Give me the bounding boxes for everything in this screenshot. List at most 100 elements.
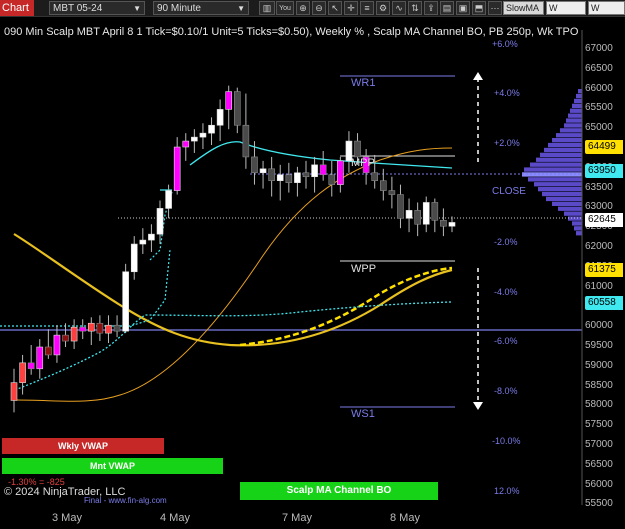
price-tag-yellow-upper: 64499 [585,140,623,154]
price-axis-label: 65500 [585,102,613,114]
chart-trader-icon[interactable]: ⇅ [408,1,422,15]
price-axis-label: 56500 [585,458,613,470]
indicator-toggle-wvwap[interactable]: W VWAP [546,1,586,26]
profile-bar [558,206,582,211]
chart-title: 090 Min Scalp MBT April 8 1 Tick=$0.10/1… [4,26,579,38]
pct-label: +4.0% [494,88,520,98]
x-axis-label: 4 May [160,512,190,524]
profile-bar [534,182,582,187]
indicator-toggle-slowma[interactable]: SlowMA [503,1,544,15]
interval-selector[interactable]: 90 Minute ▼ [153,1,249,15]
templates-icon[interactable]: ▤ [440,1,454,15]
profile-bar [564,123,582,128]
price-axis-label: 56000 [585,478,613,490]
profile-bar [574,98,582,104]
x-axis-label: 7 May [282,512,312,524]
crosshair-icon[interactable]: ✛ [344,1,358,15]
profile-bar [568,113,582,118]
profile-bar [544,147,582,153]
indicator-toggle-weekly[interactable]: W WEEKLY [588,1,625,26]
share-icon[interactable]: ⇪ [424,1,438,15]
profile-bar [576,231,582,236]
mnt-vwap-banner: Mnt VWAP [2,458,223,474]
drawing-tools-label: You [279,5,291,12]
profile-bar [576,93,582,99]
instrument-value: MBT 05-24 [53,3,103,14]
price-axis-label: 67000 [585,43,613,54]
pct-label: +2.0% [494,138,520,148]
profile-bar [548,142,582,148]
chevron-down-icon: ▼ [133,4,141,13]
profile-bar [538,187,582,192]
profile-bar [542,191,582,197]
price-axis-label: 55500 [585,498,613,510]
profile-bar [556,133,582,138]
profile-bar [560,128,582,133]
profile-bar [572,221,582,226]
chevron-down-icon: ▼ [237,4,245,13]
wr1-label: WR1 [351,77,376,89]
price-axis-label: 61000 [585,280,613,292]
profile-bar [528,177,582,182]
properties-icon[interactable]: ≡ [360,1,374,15]
price-axis-label: 66000 [585,82,613,94]
wkly-vwap-banner: Wkly VWAP [2,438,164,454]
price-axis-label: 59000 [585,359,613,371]
more-tools-icon[interactable]: ⋯ [488,1,502,15]
profile-bar [540,152,582,157]
price-axis-label: 58000 [585,399,613,411]
x-axis-label: 8 May [390,512,420,524]
price-axis-label: 58500 [585,379,613,391]
price-axis-label: 66500 [585,62,613,74]
pct-label: -8.0% [494,386,518,396]
ws1-label: WS1 [351,408,375,420]
profile-bar [530,162,582,167]
wpp-label: WPP [351,263,377,275]
x-axis-label: 3 May [52,512,82,524]
price-tag-cyan-lower: 60558 [585,296,623,310]
profile-bar [524,167,582,172]
price-axis-label: 65000 [585,122,613,134]
price-tag-last: 62645 [585,213,623,227]
candle [122,263,129,334]
pct-label: 12.0% [494,486,520,496]
bar-chart-style-icon[interactable]: ▥ [259,1,275,15]
footer-site: Final - www.fin-alg.com [84,496,167,505]
price-axis-label: 57000 [585,439,613,450]
drawing-tools-button[interactable]: You [276,1,294,15]
profile-bar [546,196,582,202]
chart-menu-button[interactable]: Chart [0,0,34,16]
window-link-icon[interactable]: ⬒ [472,1,486,15]
price-axis-label: 57500 [585,419,613,431]
profile-bar [578,89,582,94]
profile-bar [552,138,582,143]
indicators-icon[interactable]: ∿ [392,1,406,15]
profile-bar [552,201,582,206]
mpp-label: MPP [351,157,375,169]
price-axis-label: 59500 [585,340,613,351]
pct-label: +6.0% [492,39,518,49]
pct-label: -10.0% [492,436,521,446]
price-axis-label: 63500 [585,181,613,193]
interval-value: 90 Minute [157,3,201,14]
price-tag-yellow-lower: 61375 [585,263,623,277]
profile-bar [568,216,582,221]
profile-bar [574,226,582,231]
zoom-out-icon[interactable]: ⊖ [312,1,326,15]
price-axis-label: 62000 [585,241,613,252]
cursor-icon[interactable]: ↖ [328,1,342,15]
pct-label: -2.0% [494,237,518,247]
profile-bar [566,118,582,123]
snapshot-icon[interactable]: ▣ [456,1,470,15]
strategies-icon[interactable]: ⚙ [376,1,390,15]
pct-label: -6.0% [494,336,518,346]
toolbar: Chart MBT 05-24 ▼ 90 Minute ▼ ▥ You ⊕ ⊖ … [0,0,625,26]
price-axis-label: 60000 [585,320,613,332]
profile-bar [570,108,582,113]
profile-bar [572,103,582,108]
zoom-in-icon[interactable]: ⊕ [296,1,310,15]
price-axis-label: 63000 [585,201,613,213]
price-tag-cyan-upper: 63950 [585,164,623,178]
instrument-selector[interactable]: MBT 05-24 ▼ [49,1,145,15]
profile-bar [536,157,582,162]
